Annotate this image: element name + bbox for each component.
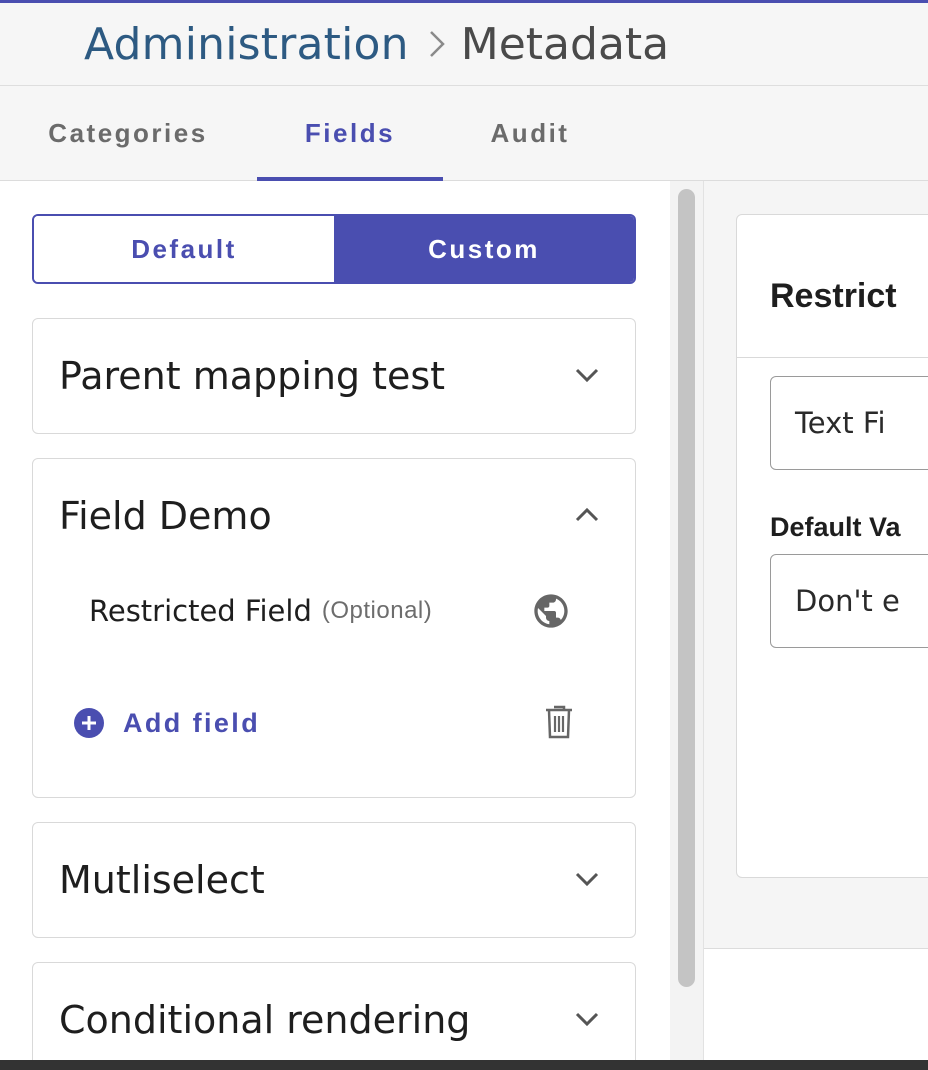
custom-toggle-button[interactable]: Custom	[334, 216, 634, 282]
default-value-label: Default Va	[770, 512, 901, 542]
add-field-button[interactable]: Add field	[73, 695, 260, 751]
field-detail-title: Restrict	[770, 277, 897, 315]
scrollbar-thumb[interactable]	[678, 189, 695, 987]
field-name: Restricted Field (Optional)	[89, 573, 432, 649]
chevron-right-icon	[427, 28, 447, 60]
field-groups-panel: Default Custom Parent mapping test Field…	[0, 181, 670, 1060]
chevron-up-icon	[575, 507, 599, 522]
group-card: Mutliselect	[32, 822, 636, 938]
breadcrumb: Administration Metadata	[0, 3, 928, 86]
breadcrumb-root-link[interactable]: Administration	[84, 19, 409, 70]
trash-icon[interactable]	[543, 703, 575, 741]
group-card: Conditional rendering	[32, 962, 636, 1060]
group-title: Mutliselect	[59, 858, 265, 902]
group-header[interactable]: Field Demo	[33, 459, 635, 573]
globe-icon[interactable]	[531, 591, 571, 631]
divider	[736, 357, 928, 358]
plus-circle-icon	[74, 708, 104, 738]
detail-footer	[704, 948, 928, 1061]
default-toggle-button[interactable]: Default	[34, 216, 334, 282]
tab-fields[interactable]: Fields	[257, 86, 443, 181]
field-optional-tag: (Optional)	[321, 597, 433, 624]
group-header[interactable]: Parent mapping test	[33, 319, 635, 433]
tab-audit[interactable]: Audit	[460, 86, 600, 180]
tab-categories[interactable]: Categories	[28, 86, 228, 180]
field-name-text: Restricted Field	[89, 594, 312, 628]
group-title: Conditional rendering	[59, 998, 471, 1042]
field-detail-panel: Restrict Text Fi Default Va Don't e	[704, 181, 928, 1061]
chevron-down-icon	[575, 368, 599, 383]
chevron-down-icon	[575, 1012, 599, 1027]
default-value-input[interactable]: Don't e	[770, 554, 928, 648]
field-list-item[interactable]: Restricted Field (Optional)	[33, 573, 635, 649]
group-card-expanded: Field Demo Restricted Field (Optional) A…	[32, 458, 636, 798]
bottom-bar	[0, 1060, 928, 1070]
chevron-down-icon	[575, 872, 599, 887]
tab-bar: Categories Fields Audit	[0, 86, 928, 181]
group-card: Parent mapping test	[32, 318, 636, 434]
breadcrumb-current: Metadata	[460, 18, 670, 70]
add-field-label: Add field	[123, 707, 261, 738]
field-type-select[interactable]: Text Fi	[770, 376, 928, 470]
group-header[interactable]: Mutliselect	[33, 823, 635, 937]
group-header[interactable]: Conditional rendering	[33, 963, 635, 1060]
group-title: Parent mapping test	[59, 354, 446, 398]
default-custom-toggle: Default Custom	[32, 214, 636, 284]
group-title: Field Demo	[59, 494, 272, 538]
scrollbar-track[interactable]	[670, 181, 704, 1060]
